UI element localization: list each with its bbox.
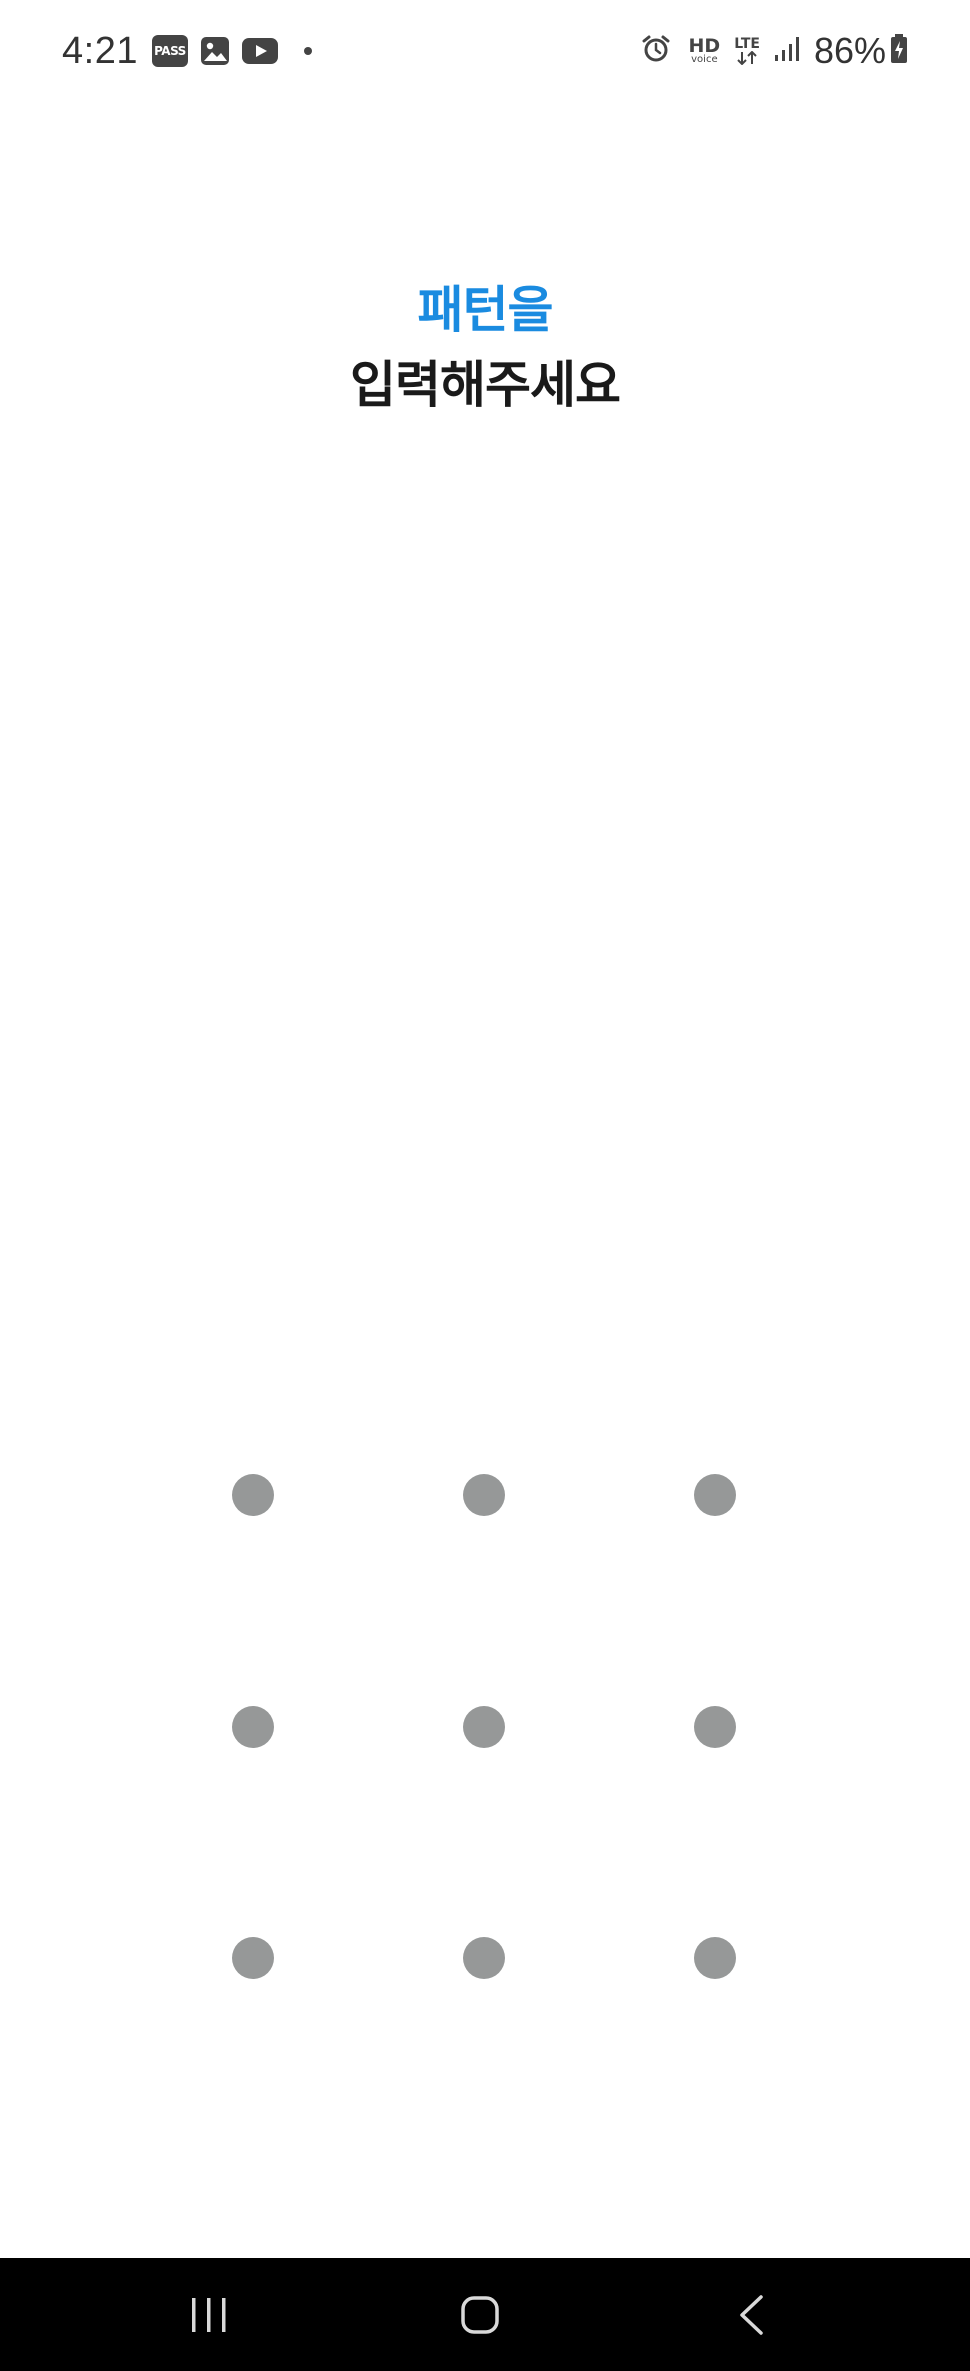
pattern-dot-3[interactable] [694, 1474, 736, 1516]
status-bar: 4:21 PASS HD voice LTE 86% [0, 0, 970, 100]
pattern-lock-grid[interactable] [172, 1419, 792, 2039]
youtube-icon [241, 38, 278, 64]
battery-charging-icon [890, 34, 908, 68]
signal-icon [774, 36, 800, 66]
status-left: 4:21 PASS [62, 22, 312, 80]
pattern-dot-4[interactable] [232, 1706, 274, 1748]
pass-app-icon: PASS [151, 35, 188, 67]
back-icon [740, 2294, 763, 2335]
pattern-dot-7[interactable] [232, 1937, 274, 1979]
lte-label: LTE [734, 36, 760, 52]
status-right: HD voice LTE 86% [631, 22, 908, 80]
pattern-dot-6[interactable] [694, 1706, 736, 1748]
gallery-icon [200, 36, 230, 66]
navigation-bar [0, 2258, 970, 2371]
status-time: 4:21 [62, 29, 138, 72]
lte-data-icon: LTE [734, 37, 760, 65]
alarm-icon [641, 34, 671, 68]
battery-percent: 86% [813, 30, 886, 71]
home-icon [461, 2295, 499, 2334]
back-button[interactable] [671, 2258, 831, 2371]
pattern-dot-8[interactable] [463, 1937, 505, 1979]
pattern-dot-1[interactable] [232, 1474, 274, 1516]
recent-apps-icon [192, 2297, 226, 2332]
home-button[interactable] [400, 2258, 560, 2371]
heading-accent: 패턴을 [417, 281, 554, 339]
heading-instruction: 입력해주세요 [350, 356, 621, 414]
pattern-dot-9[interactable] [694, 1937, 736, 1979]
pattern-dot-5[interactable] [463, 1706, 505, 1748]
recent-apps-button[interactable] [129, 2258, 289, 2371]
voice-label: voice [691, 54, 718, 65]
hd-voice-icon: HD voice [689, 37, 721, 65]
pass-label: PASS [151, 35, 188, 67]
pattern-dot-2[interactable] [463, 1474, 505, 1516]
more-notifications-dot [303, 47, 312, 55]
